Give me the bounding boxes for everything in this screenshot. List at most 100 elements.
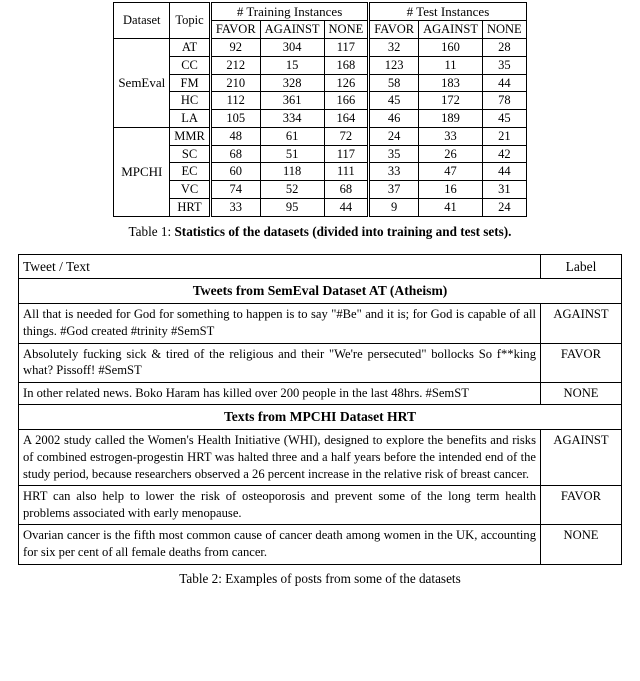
table1-cell: 45 <box>481 109 527 128</box>
table1-cell: 92 <box>208 38 261 57</box>
table-row: VC 74 52 68 37 16 31 <box>114 180 527 199</box>
table1-cell: 41 <box>418 197 483 217</box>
table1-cell: 35 <box>481 55 527 75</box>
table1-topic: EC <box>169 162 211 182</box>
table1-subheader-train-favor: FAVOR <box>208 20 261 40</box>
table1-topic: HC <box>169 91 211 111</box>
table1-cell: 35 <box>367 144 420 164</box>
table2-text: Ovarian cancer is the fifth most common … <box>18 524 541 565</box>
table2-section-title-mpchi: Texts from MPCHI Dataset HRT <box>18 404 622 431</box>
table1-group-semeval: SemEval <box>113 38 171 128</box>
table-row: HRT can also help to lower the risk of o… <box>18 485 622 526</box>
table2-text: Absolutely fucking sick & tired of the r… <box>18 342 541 383</box>
table1-cell: 78 <box>481 91 527 111</box>
table1-topic: FM <box>169 73 211 93</box>
table-row: In other related news. Boko Haram has ki… <box>18 381 622 406</box>
table1-cell: 15 <box>259 55 325 75</box>
table2-label: NONE <box>540 381 622 406</box>
table1-header-test-group: # Test Instances <box>367 1 527 22</box>
table1-cell: 28 <box>481 38 527 57</box>
table1-topic: CC <box>169 55 211 75</box>
table1-cell: 21 <box>481 126 527 146</box>
table2-section-title-semeval: Tweets from SemEval Dataset AT (Atheism) <box>18 278 622 305</box>
table2-header-row: Tweet / Text Label <box>18 253 622 280</box>
table1-cell: 42 <box>481 144 527 164</box>
table1-header-topic: Topic <box>169 1 211 40</box>
table1-cell: 172 <box>418 91 483 111</box>
table1-cell: 72 <box>323 126 370 146</box>
table1-topic: SC <box>169 144 211 164</box>
table2-container: Tweet / Text Label Tweets from SemEval D… <box>0 253 640 565</box>
table2-caption: Table 2: Examples of posts from some of … <box>0 571 640 587</box>
table1-subheader-test-none: NONE <box>481 20 527 40</box>
table1-cell: 68 <box>208 144 261 164</box>
table1-topic: MMR <box>169 126 211 146</box>
table2-section-row: Texts from MPCHI Dataset HRT <box>18 404 622 431</box>
table2-label: NONE <box>540 524 622 565</box>
table1-cell: 44 <box>481 73 527 93</box>
table1-topic: AT <box>169 38 211 57</box>
table2-text: A 2002 study called the Women's Health I… <box>18 429 541 487</box>
table2-text: All that is needed for God for something… <box>18 303 541 344</box>
table1-cell: 46 <box>367 109 420 128</box>
table2-label: AGAINST <box>540 303 622 344</box>
table1-cell: 105 <box>208 109 261 128</box>
table1-cell: 117 <box>323 38 370 57</box>
table1-cell: 328 <box>259 73 325 93</box>
table1-cell: 117 <box>323 144 370 164</box>
table2-header-label: Label <box>540 253 622 280</box>
table1-cell: 26 <box>418 144 483 164</box>
table-row: Absolutely fucking sick & tired of the r… <box>18 342 622 383</box>
table1-subheader-test-against: AGAINST <box>418 20 483 40</box>
table1-cell: 31 <box>481 180 527 199</box>
table1-cell: 37 <box>367 180 420 199</box>
table-row: All that is needed for God for something… <box>18 303 622 344</box>
table1-cell: 60 <box>208 162 261 182</box>
table1-header-training-group: # Training Instances <box>208 1 370 22</box>
table1-cell: 68 <box>323 180 370 199</box>
table1-cell: 95 <box>259 197 325 217</box>
table-row: HC 112 361 166 45 172 78 <box>114 91 527 111</box>
table2-label: AGAINST <box>540 429 622 487</box>
table1-cell: 47 <box>418 162 483 182</box>
table1-cell: 160 <box>418 38 483 57</box>
table1-cell: 164 <box>323 109 370 128</box>
table1-cell: 33 <box>208 197 261 217</box>
table1-cell: 44 <box>323 197 370 217</box>
table2-caption-label: Table 2: <box>179 570 226 586</box>
table-row: FM 210 328 126 58 183 44 <box>114 73 527 93</box>
table1-cell: 33 <box>418 126 483 146</box>
table1-cell: 11 <box>418 55 483 75</box>
table1-cell: 166 <box>323 91 370 111</box>
table1-subheader-train-against: AGAINST <box>259 20 325 40</box>
table2-label: FAVOR <box>540 342 622 383</box>
table-row: LA 105 334 164 46 189 45 <box>114 109 527 128</box>
table1-cell: 51 <box>259 144 325 164</box>
table1-cell: 126 <box>323 73 370 93</box>
table1-cell: 183 <box>418 73 483 93</box>
examples-table: Tweet / Text Label Tweets from SemEval D… <box>18 253 622 565</box>
table1-cell: 334 <box>259 109 325 128</box>
table1-cell: 304 <box>259 38 325 57</box>
table1-cell: 189 <box>418 109 483 128</box>
table1-group-mpchi: MPCHI <box>113 126 171 217</box>
table2-text: In other related news. Boko Haram has ki… <box>18 381 541 406</box>
table-row: HRT 33 95 44 9 41 24 <box>114 197 527 217</box>
table1-topic: VC <box>169 180 211 199</box>
table1-caption: Table 1: Statistics of the datasets (div… <box>0 224 640 240</box>
table2-text: HRT can also help to lower the risk of o… <box>18 485 541 526</box>
table1-cell: 32 <box>367 38 420 57</box>
table1-cell: 24 <box>367 126 420 146</box>
table-row: Ovarian cancer is the fifth most common … <box>18 524 622 565</box>
paper-page: Dataset Topic # Training Instances # Tes… <box>0 0 640 681</box>
table1-cell: 33 <box>367 162 420 182</box>
table1-cell: 210 <box>208 73 261 93</box>
table2-header-text: Tweet / Text <box>18 253 541 280</box>
table1-cell: 48 <box>208 126 261 146</box>
table-row: SC 68 51 117 35 26 42 <box>114 144 527 164</box>
table1-subheader-train-none: NONE <box>323 20 370 40</box>
statistics-table: Dataset Topic # Training Instances # Tes… <box>113 1 527 217</box>
table1-topic: LA <box>169 109 211 128</box>
table1-cell: 61 <box>259 126 325 146</box>
table1-header-dataset: Dataset <box>113 1 171 40</box>
